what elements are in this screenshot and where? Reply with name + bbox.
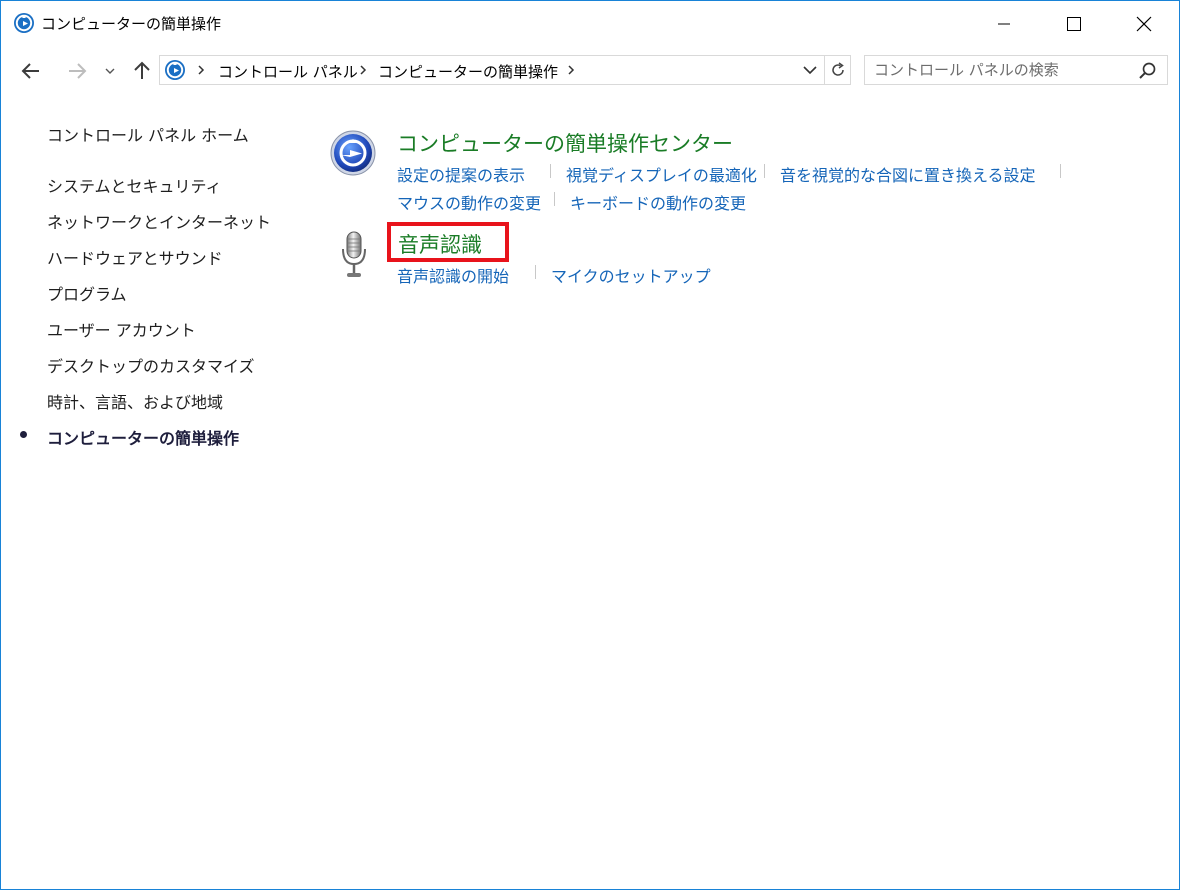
maximize-icon bbox=[1067, 16, 1081, 31]
link-keyboard-settings[interactable]: キーボードの動作の変更 bbox=[570, 190, 746, 214]
minimize-button[interactable] bbox=[969, 1, 1039, 46]
link-visual-sound-alternatives[interactable]: 音を視覚的な合図に置き換える設定 bbox=[780, 162, 1036, 186]
ease-of-access-icon bbox=[14, 13, 34, 33]
chevron-down-icon bbox=[105, 68, 115, 74]
link-separator bbox=[554, 192, 555, 206]
link-separator bbox=[764, 164, 765, 178]
ease-of-access-icon[interactable] bbox=[329, 129, 377, 177]
breadcrumb-control-panel[interactable]: コントロール パネル bbox=[218, 61, 358, 82]
search-input[interactable] bbox=[874, 60, 1124, 80]
chevron-right-icon[interactable] bbox=[196, 62, 206, 78]
sidebar-item-programs[interactable]: プログラム bbox=[47, 281, 127, 305]
address-bar[interactable]: コントロール パネル コンピューターの簡単操作 bbox=[159, 55, 851, 85]
window-title: コンピューターの簡単操作 bbox=[41, 15, 222, 33]
minimize-icon bbox=[998, 23, 1010, 24]
back-arrow-icon bbox=[21, 63, 39, 79]
title-bar[interactable]: コンピューターの簡単操作 bbox=[1, 1, 1179, 46]
recent-locations-button[interactable] bbox=[101, 56, 119, 86]
forward-button[interactable] bbox=[63, 56, 91, 86]
search-box[interactable] bbox=[864, 55, 1168, 85]
sidebar-item-clock-region[interactable]: 時計、言語、および地域 bbox=[47, 389, 223, 413]
chevron-right-icon[interactable] bbox=[566, 62, 576, 78]
microphone-icon[interactable] bbox=[339, 229, 369, 279]
link-microphone-setup[interactable]: マイクのセットアップ bbox=[551, 263, 711, 287]
sidebar-item-user-accounts[interactable]: ユーザー アカウント bbox=[47, 317, 196, 341]
ease-of-access-icon bbox=[165, 60, 185, 80]
close-button[interactable] bbox=[1109, 1, 1179, 46]
highlight-box bbox=[387, 222, 509, 262]
sidebar-item-network-internet[interactable]: ネットワークとインターネット bbox=[47, 209, 271, 233]
breadcrumb-ease-of-access[interactable]: コンピューターの簡単操作 bbox=[378, 61, 558, 82]
up-arrow-icon bbox=[134, 61, 150, 79]
sidebar-item-system-security[interactable]: システムとセキュリティ bbox=[47, 173, 222, 197]
control-panel-window: コンピューターの簡単操作 コントロール パネル コンピューターの簡単操作 コント… bbox=[0, 0, 1180, 890]
sidebar-home-link[interactable]: コントロール パネル ホーム bbox=[47, 122, 249, 146]
link-optimize-display[interactable]: 視覚ディスプレイの最適化 bbox=[566, 162, 757, 186]
link-separator bbox=[535, 265, 536, 279]
link-start-speech-recognition[interactable]: 音声認識の開始 bbox=[397, 263, 509, 287]
up-button[interactable] bbox=[129, 56, 155, 86]
refresh-icon bbox=[832, 62, 844, 76]
sidebar-item-desktop-customization[interactable]: デスクトップのカスタマイズ bbox=[47, 353, 255, 377]
maximize-button[interactable] bbox=[1039, 1, 1109, 46]
chevron-down-icon[interactable] bbox=[800, 60, 820, 80]
sidebar-item-hardware-sound[interactable]: ハードウェアとサウンド bbox=[47, 245, 223, 269]
category-title-ease-of-access-center[interactable]: コンピューターの簡単操作センター bbox=[397, 128, 733, 158]
link-separator bbox=[1060, 164, 1061, 178]
forward-arrow-icon bbox=[69, 63, 87, 79]
back-button[interactable] bbox=[17, 56, 45, 86]
search-icon[interactable] bbox=[1137, 61, 1157, 81]
refresh-button[interactable] bbox=[824, 56, 851, 84]
link-separator bbox=[550, 164, 551, 178]
link-mouse-settings[interactable]: マウスの動作の変更 bbox=[397, 190, 541, 214]
link-suggest-settings[interactable]: 設定の提案の表示 bbox=[397, 162, 525, 186]
chevron-right-icon[interactable] bbox=[358, 62, 368, 78]
current-location-bullet bbox=[20, 431, 27, 438]
sidebar-item-ease-of-access: コンピューターの簡単操作 bbox=[47, 429, 240, 448]
close-icon bbox=[1136, 16, 1152, 31]
